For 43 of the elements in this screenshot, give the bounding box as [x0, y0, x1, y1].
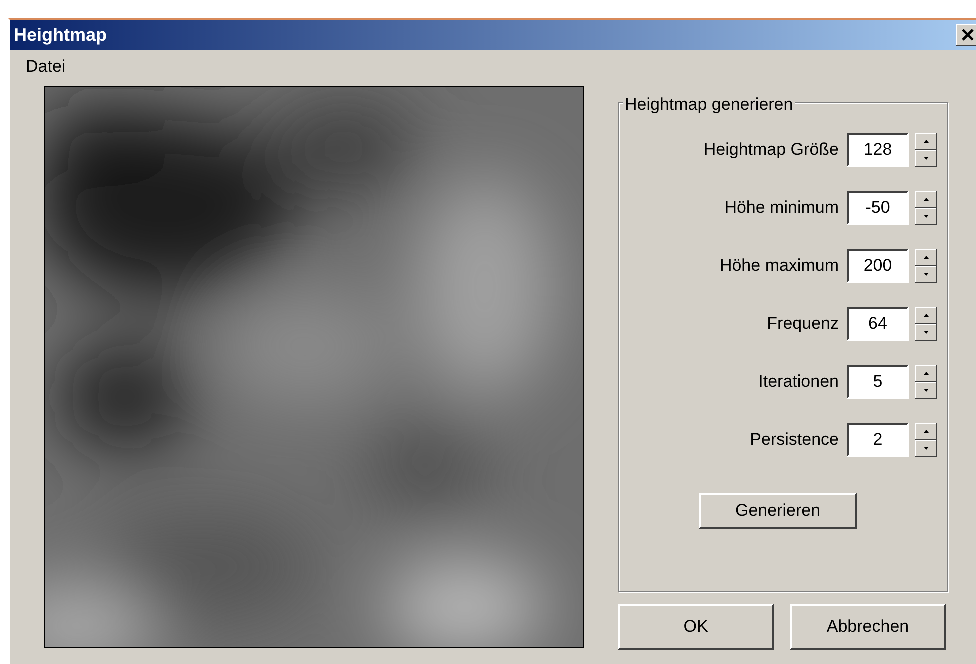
- field-label: Heightmap Größe: [704, 138, 839, 161]
- up-arrow-icon: [924, 314, 928, 316]
- spin-down-button[interactable]: [915, 208, 937, 224]
- spin-up-button[interactable]: [915, 422, 937, 440]
- field-label: Iterationen: [758, 370, 839, 393]
- down-arrow-icon: [924, 156, 928, 160]
- spin-down-button[interactable]: [915, 266, 937, 282]
- spin-down-button[interactable]: [915, 324, 937, 340]
- down-arrow-icon: [924, 388, 928, 392]
- down-arrow-icon: [924, 214, 928, 218]
- number-field[interactable]: 200: [847, 248, 909, 282]
- field-label: Höhe maximum: [720, 254, 839, 277]
- spin-down-button[interactable]: [915, 150, 937, 166]
- spin-down-button[interactable]: [915, 382, 937, 398]
- up-arrow-icon: [924, 430, 928, 432]
- generate-button[interactable]: Generieren: [699, 492, 857, 528]
- number-field[interactable]: 5: [847, 364, 909, 398]
- down-arrow-icon: [924, 446, 928, 450]
- down-arrow-icon: [924, 330, 928, 334]
- window-title: Heightmap: [14, 24, 108, 47]
- close-icon: [961, 28, 975, 42]
- up-arrow-icon: [924, 372, 928, 374]
- close-button[interactable]: [956, 24, 976, 46]
- spin-up-button[interactable]: [915, 190, 937, 208]
- spin-down-button[interactable]: [915, 440, 937, 456]
- number-field[interactable]: 2: [847, 422, 909, 456]
- up-arrow-icon: [924, 256, 928, 258]
- up-arrow-icon: [924, 140, 928, 142]
- number-field[interactable]: -50: [847, 190, 909, 224]
- field-label: Frequenz: [767, 312, 839, 335]
- down-arrow-icon: [924, 272, 928, 276]
- field-label: Höhe minimum: [724, 196, 839, 219]
- ok-button[interactable]: OK: [618, 604, 774, 650]
- number-field[interactable]: 64: [847, 306, 909, 340]
- field-label: Persistence: [750, 428, 839, 451]
- spin-up-button[interactable]: [915, 364, 937, 382]
- menu-item[interactable]: Datei: [10, 50, 84, 80]
- cancel-button[interactable]: Abbrechen: [790, 604, 946, 650]
- spin-up-button[interactable]: [915, 306, 937, 324]
- spin-up-button[interactable]: [915, 132, 937, 150]
- number-field[interactable]: 128: [847, 132, 909, 166]
- up-arrow-icon: [924, 198, 928, 200]
- spin-up-button[interactable]: [915, 248, 937, 266]
